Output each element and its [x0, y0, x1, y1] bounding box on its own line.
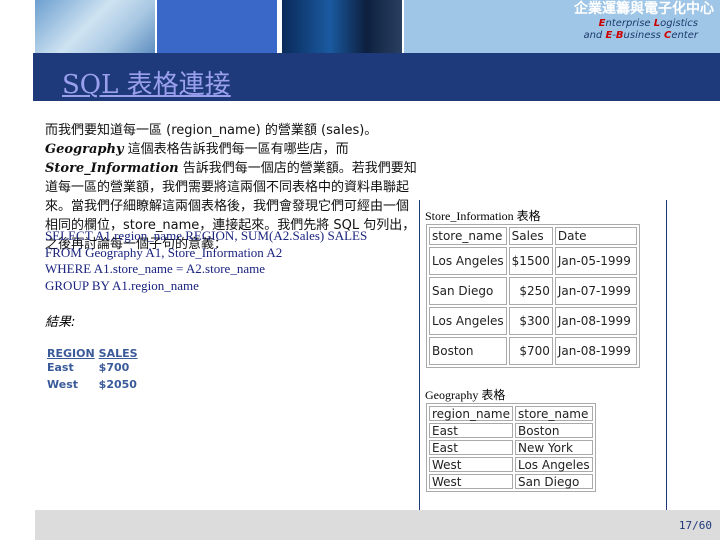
cell: Boston — [514, 423, 593, 438]
center-logo: 企業運籌與電子化中心 Enterprise Logistics and E-Bu… — [404, 0, 720, 53]
table-row: West San Diego — [429, 474, 593, 489]
sql-line: GROUP BY A1.region_name — [45, 277, 199, 293]
cell: Jan-08-1999 — [554, 337, 637, 365]
slide-title[interactable]: SQL 表格連接 — [62, 64, 231, 101]
table-row: Boston $700 Jan-08-1999 — [429, 337, 637, 365]
result-header: SALES — [98, 347, 138, 360]
cell: New York — [514, 440, 593, 455]
cell: Boston — [429, 337, 507, 365]
cell: $300 — [508, 307, 553, 335]
table-row: San Diego $250 Jan-07-1999 — [429, 277, 637, 305]
table-row: West Los Angeles — [429, 457, 593, 472]
result-header: REGION — [47, 347, 95, 360]
store-information-table: store_name Sales Date Los Angeles $1500 Jan-… — [426, 224, 640, 368]
cell: $250 — [508, 277, 553, 305]
cell: Jan-08-1999 — [554, 307, 637, 335]
geography-table: region_name store_name East Boston East New… — [426, 403, 596, 492]
page-number: 17/60 — [678, 519, 712, 532]
cell: $1500 — [508, 247, 553, 275]
header-cell: store_name — [429, 227, 507, 245]
keyboard-help-image — [35, 0, 155, 53]
blue-banner-block — [157, 0, 277, 53]
footer-bar — [35, 510, 720, 540]
cell: East — [429, 440, 513, 455]
circuit-image — [282, 0, 402, 53]
cell: West — [429, 457, 513, 472]
table-row: Los Angeles $1500 Jan-05-1999 — [429, 247, 637, 275]
cell: Jan-07-1999 — [554, 277, 637, 305]
cell: East — [47, 361, 74, 374]
header-cell: store_name — [514, 406, 593, 421]
result-label: 結果: — [45, 315, 76, 330]
cell: San Diego — [429, 277, 507, 305]
table-row: East New York — [429, 440, 593, 455]
cell: $700 — [508, 337, 553, 365]
header-cell: region_name — [429, 406, 513, 421]
table-row: West $2050 — [47, 377, 142, 394]
cell: $2050 — [98, 378, 137, 391]
sql-query: SELECT A1.region_name REGION, SUM(A2.Sal… — [45, 228, 367, 294]
result-table: REGION SALES East $700 West $2050 — [47, 347, 142, 394]
store-information-caption: Store_Information 表格 — [425, 209, 541, 223]
cell: $700 — [98, 361, 130, 374]
sql-line: FROM Geography A1, Store_Information A2 — [45, 244, 283, 260]
logo-chinese: 企業運籌與電子化中心 — [574, 1, 714, 17]
cell: West — [429, 474, 513, 489]
header-cell: Date — [554, 227, 637, 245]
table-row: East $700 — [47, 360, 142, 377]
table-row: East Boston — [429, 423, 593, 438]
cell: Los Angeles — [429, 247, 507, 275]
cell: Los Angeles — [514, 457, 593, 472]
sql-line: SELECT A1.region_name REGION, SUM(A2.Sal… — [45, 228, 368, 243]
cell: Jan-05-1999 — [554, 247, 637, 275]
logo-english-line2: and E-Business Center — [583, 30, 698, 41]
cell: Los Angeles — [429, 307, 507, 335]
logo-english-line1: Enterprise Logistics — [598, 18, 698, 29]
header-cell: Sales — [508, 227, 553, 245]
cell: West — [47, 378, 79, 391]
geography-caption: Geography 表格 — [425, 388, 506, 402]
sql-line: WHERE A1.store_name = A2.store_name — [45, 261, 265, 276]
table-row: Los Angeles $300 Jan-08-1999 — [429, 307, 637, 335]
cell: San Diego — [514, 474, 593, 489]
cell: East — [429, 423, 513, 438]
